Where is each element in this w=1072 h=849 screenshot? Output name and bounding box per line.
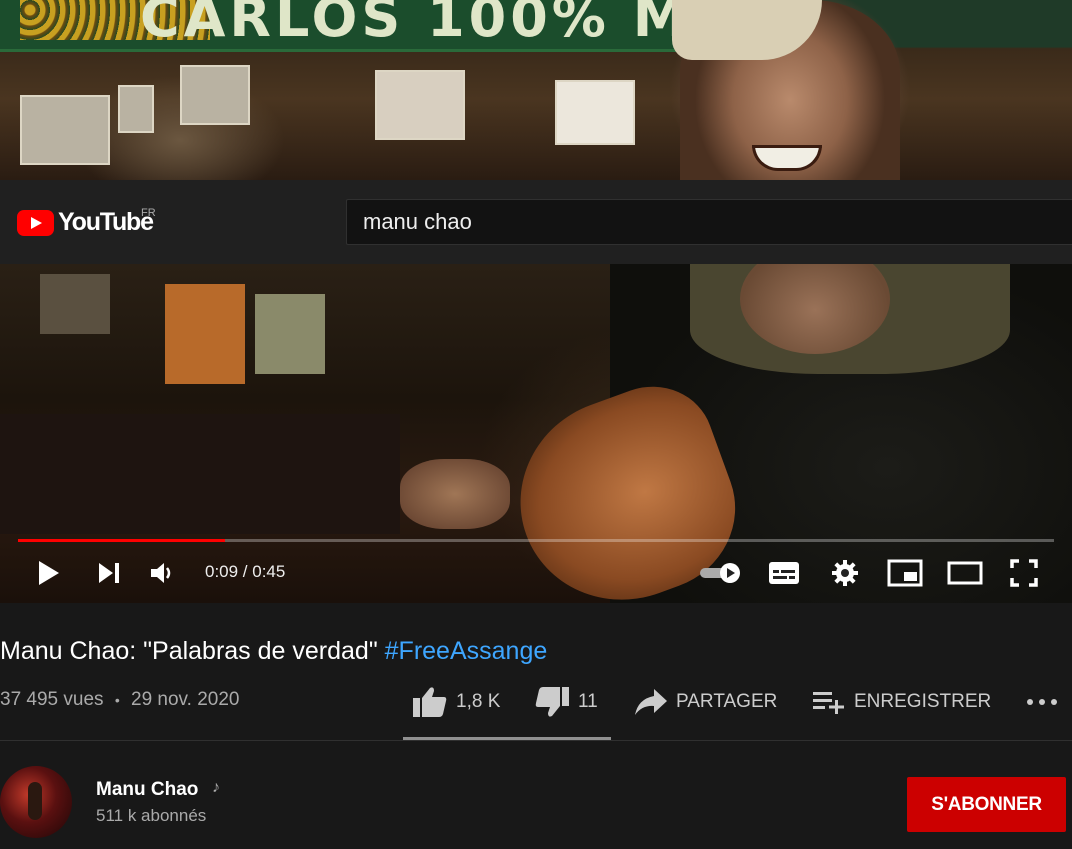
like-button[interactable]: 1,8 K (412, 684, 500, 720)
save-label: ENREGISTRER (854, 691, 992, 712)
theater-icon (947, 561, 983, 585)
video-info: 37 495 vues • 29 nov. 2020 (0, 689, 239, 711)
country-code: FR (141, 207, 156, 219)
channel-avatar[interactable] (0, 766, 72, 838)
next-button[interactable] (94, 557, 124, 589)
autoplay-icon (700, 563, 740, 583)
background-banner: CARLOS 100% MA (0, 0, 732, 52)
search-input[interactable]: manu chao (346, 199, 1072, 245)
next-icon (99, 563, 119, 583)
logo-text: YouTube (58, 208, 154, 236)
settings-icon (832, 560, 858, 586)
thumbs-up-icon (413, 687, 447, 717)
search-value: manu chao (363, 209, 472, 234)
view-count: 37 495 vues (0, 689, 104, 710)
share-label: PARTAGER (676, 691, 778, 712)
time-display: 0:09 / 0:45 (205, 562, 286, 581)
play-button[interactable] (34, 557, 64, 589)
wall-photo (20, 95, 110, 165)
separator: • (114, 692, 120, 708)
subscribe-button[interactable]: S'ABONNER (907, 777, 1066, 832)
wall-photo (118, 85, 154, 133)
settings-button[interactable] (829, 557, 861, 589)
subtitles-icon (769, 562, 799, 584)
playlist-add-icon (813, 692, 844, 714)
subscriber-count: 511 k abonnés (96, 806, 207, 825)
subtitles-button[interactable] (767, 557, 801, 589)
wall-poster (165, 284, 245, 384)
thumbs-down-icon (535, 687, 569, 717)
wall-photo (375, 70, 465, 140)
play-icon (39, 561, 59, 585)
more-horizontal-icon (1027, 699, 1057, 705)
dislike-count: 11 (578, 691, 598, 712)
person-hand (400, 459, 510, 529)
share-button[interactable]: PARTAGER (634, 684, 777, 720)
channel-name[interactable]: Manu Chao (96, 779, 198, 801)
background-photo: CARLOS 100% MA (0, 0, 1072, 180)
dislike-button[interactable]: 11 (534, 684, 598, 720)
theater-button[interactable] (945, 557, 985, 589)
save-button[interactable]: ENREGISTRER (812, 684, 991, 720)
wall-photo (180, 65, 250, 125)
desk (0, 414, 400, 534)
like-count: 1,8 K (456, 691, 501, 712)
hashtag-link[interactable]: #FreeAssange (385, 637, 548, 665)
wall-poster (255, 294, 325, 374)
progress-played (18, 539, 226, 542)
video-title-text: Manu Chao: "Palabras de verdad" (0, 637, 385, 665)
youtube-play-icon (17, 209, 54, 236)
autoplay-toggle[interactable] (697, 557, 743, 589)
share-icon (635, 689, 667, 715)
publish-date: 29 nov. 2020 (131, 689, 240, 710)
wall-photo (555, 80, 635, 145)
youtube-logo[interactable]: YouTube (17, 208, 154, 237)
volume-icon (151, 563, 171, 583)
miniplayer-icon (887, 559, 923, 587)
music-note-icon: ♪ (212, 779, 220, 796)
fullscreen-button[interactable] (1007, 557, 1041, 589)
divider (0, 740, 1072, 741)
wall-poster (40, 274, 110, 334)
progress-bar[interactable] (18, 539, 1054, 542)
miniplayer-button[interactable] (885, 557, 925, 589)
more-actions-button[interactable] (1026, 684, 1058, 720)
volume-button[interactable] (148, 557, 178, 589)
banner-text: CARLOS 100% MA (140, 0, 737, 49)
video-player[interactable]: 0:09 / 0:45 (0, 264, 1072, 603)
video-title: Manu Chao: "Palabras de verdad" #FreeAss… (0, 637, 547, 666)
fullscreen-icon (1010, 559, 1038, 587)
